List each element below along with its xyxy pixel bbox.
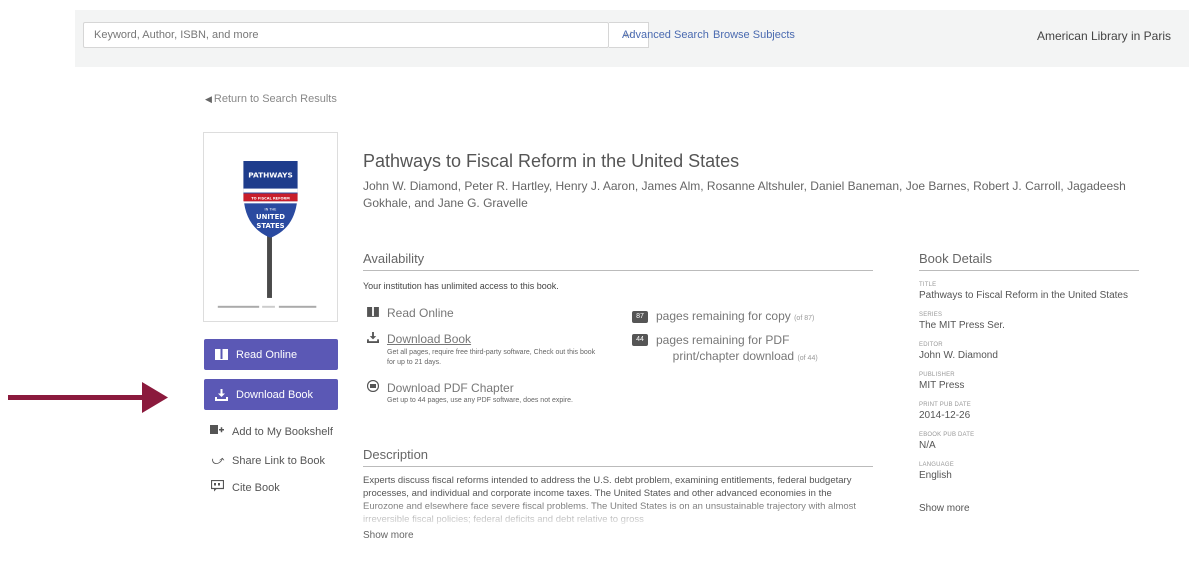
avail-download-pdf-label: Download PDF Chapter <box>387 380 514 395</box>
return-label: Return to Search Results <box>213 93 337 105</box>
availability-divider <box>363 270 873 271</box>
top-search-bar: ↵ Advanced Search Browse Subjects Americ… <box>75 10 1189 67</box>
download-book-note: Get all pages, require free third-party … <box>387 349 596 366</box>
book-authors: John W. Diamond, Peter R. Hartley, Henry… <box>363 179 1126 210</box>
book-open-icon <box>214 348 228 362</box>
cover-title-line4: UNITED <box>256 213 285 221</box>
search-box[interactable] <box>83 22 609 48</box>
availability-note: Your institution has unlimited access to… <box>363 281 559 291</box>
library-name[interactable]: American Library in Paris <box>1037 29 1171 43</box>
download-icon <box>214 388 228 402</box>
detail-ebook-date-value: N/A <box>919 440 936 451</box>
detail-publisher-label: Publisher <box>919 372 955 378</box>
detail-series-label: Series <box>919 312 943 318</box>
add-to-bookshelf-link[interactable]: Add to My Bookshelf <box>210 424 333 439</box>
arrow-left-icon: ◀ <box>205 94 212 104</box>
detail-publisher-value: MIT Press <box>919 380 965 391</box>
book-details-heading: Book Details <box>919 251 992 266</box>
download-pdf-note: Get up to 44 pages, use any PDF software… <box>387 397 573 404</box>
cite-book-link[interactable]: Cite Book <box>210 479 280 495</box>
book-title: Pathways to Fiscal Reform in the United … <box>363 151 740 171</box>
copy-count-badge: 87 <box>632 311 648 323</box>
pdf-chapter-icon <box>366 379 380 395</box>
download-icon <box>366 332 380 346</box>
search-input[interactable] <box>84 23 608 47</box>
advanced-search-link[interactable]: Advanced Search <box>622 29 709 41</box>
cover-title-line5: STATES <box>256 222 284 230</box>
availability-heading: Availability <box>363 251 425 266</box>
browse-subjects-link[interactable]: Browse Subjects <box>713 29 795 41</box>
return-to-results-link[interactable]: ◀ Return to Search Results <box>205 93 337 105</box>
avail-download-book-label: Download Book <box>387 332 472 346</box>
read-online-button[interactable]: Read Online <box>204 339 338 370</box>
cite-book-label: Cite Book <box>232 481 280 494</box>
link-icon: ⤻ <box>210 453 224 467</box>
detail-title-value: Pathways to Fiscal Reform in the United … <box>919 290 1128 301</box>
description-fade <box>363 498 873 528</box>
book-details-divider <box>919 270 1139 271</box>
avail-read-online-label: Read Online <box>387 306 454 320</box>
detail-editor-label: Editor <box>919 342 943 348</box>
cover-title-line3: IN THE <box>265 207 277 211</box>
details-show-more-link[interactable]: Show more <box>919 503 970 514</box>
pdf-count-badge: 44 <box>632 334 648 346</box>
copy-pages-text: pages remaining for copy (of 87) <box>656 309 815 323</box>
red-arrow-annotation-icon <box>8 382 168 413</box>
detail-language-value: English <box>919 470 952 481</box>
add-to-bookshelf-label: Add to My Bookshelf <box>232 425 333 438</box>
detail-title-label: Title <box>919 282 937 288</box>
detail-editor-value: John W. Diamond <box>919 350 998 361</box>
avail-download-pdf-link[interactable]: Download PDF Chapter <box>366 379 514 395</box>
quote-comment-icon <box>210 479 224 495</box>
detail-print-date-value: 2014-12-26 <box>919 410 971 421</box>
description-show-more-link[interactable]: Show more <box>363 530 414 541</box>
copy-pages-counter: 87 pages remaining for copy (of 87) <box>632 309 814 323</box>
cover-title-line2: TO FISCAL REFORM <box>251 196 290 200</box>
detail-ebook-date-label: Ebook Pub Date <box>919 432 975 438</box>
read-online-label: Read Online <box>236 348 298 361</box>
pdf-pages-counter: 44 pages remaining for PDF print/chapter… <box>632 332 818 367</box>
cover-title-line1: PATHWAYS <box>248 171 293 180</box>
avail-read-online-link[interactable]: Read Online <box>366 306 454 320</box>
bookshelf-add-icon <box>210 424 224 439</box>
detail-series-value: The MIT Press Ser. <box>919 320 1005 331</box>
avail-download-book-link[interactable]: Download Book <box>366 332 471 346</box>
download-book-button[interactable]: Download Book <box>204 379 338 410</box>
share-link-label: Share Link to Book <box>232 454 325 467</box>
book-cover: PATHWAYS TO FISCAL REFORM IN THE UNITED … <box>203 132 338 322</box>
pdf-pages-text: pages remaining for PDF print/chapter do… <box>656 333 818 363</box>
description-divider <box>363 466 873 467</box>
detail-print-date-label: Print Pub Date <box>919 402 971 408</box>
book-open-icon <box>366 306 380 320</box>
share-link-to-book-link[interactable]: ⤻ Share Link to Book <box>210 453 325 468</box>
description-heading: Description <box>363 447 429 462</box>
detail-language-label: Language <box>919 462 954 468</box>
download-book-label: Download Book <box>236 388 314 401</box>
